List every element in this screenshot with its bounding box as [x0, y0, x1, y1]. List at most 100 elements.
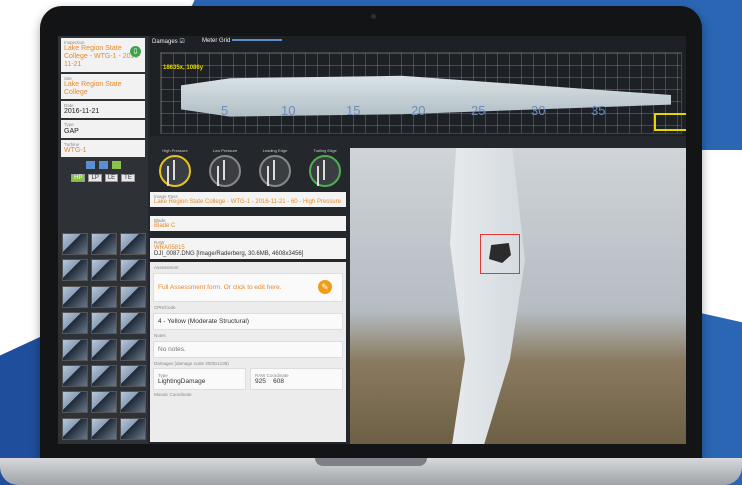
- thumbnail[interactable]: [120, 364, 146, 387]
- gauge-high-pressure[interactable]: High Pressure: [159, 148, 191, 190]
- tick-label: 15: [346, 103, 361, 118]
- thumbnail[interactable]: [120, 391, 146, 414]
- thumbnail[interactable]: [62, 417, 88, 440]
- raw-coordinate-label: RAW Coordinate: [255, 373, 289, 378]
- rotor-icon: [309, 155, 341, 187]
- site-field[interactable]: Site Lake Region State College: [61, 74, 145, 100]
- thumbnail[interactable]: [120, 233, 146, 255]
- gauge-trailing-edge[interactable]: Trailing Edge: [309, 148, 341, 190]
- blade-label: Blade: [154, 218, 166, 223]
- pencil-icon[interactable]: ✎: [318, 280, 332, 294]
- gauge-label: Leading Edge: [262, 148, 288, 153]
- tab-te[interactable]: TE: [121, 173, 135, 182]
- thumbnail[interactable]: [91, 312, 117, 335]
- tick-label: 5: [221, 103, 229, 118]
- view-tabs: HP LP LE TE: [58, 173, 148, 182]
- tab-lp[interactable]: LP: [88, 173, 102, 182]
- assessment-panel: Assessment Full Assessment form. Or clic…: [150, 262, 346, 442]
- turbine-field[interactable]: Turbine WTG-1: [61, 139, 145, 157]
- thumbnail[interactable]: [62, 285, 88, 308]
- raw-card[interactable]: RAW WRA05815 DJI_0087.DNG [Image/Raderbe…: [150, 238, 346, 259]
- blade-photo[interactable]: [350, 148, 686, 444]
- thumbnail[interactable]: [91, 364, 117, 387]
- damages-label: Damages (damage scale 3000x1138): [154, 361, 229, 366]
- thumbnail[interactable]: [62, 233, 88, 255]
- mosaic-coordinate-label: Mosaic Coordinate: [154, 392, 192, 397]
- tick-label: 35: [591, 103, 606, 118]
- notes-label: Notes: [154, 333, 166, 338]
- site-value: Lake Region State College: [64, 81, 122, 97]
- gauge-label: Low Pressure: [212, 148, 238, 153]
- blade-card[interactable]: Blade Blade C: [150, 216, 346, 231]
- thumbnail[interactable]: [91, 338, 117, 361]
- thumbnail[interactable]: [62, 312, 88, 335]
- raw-value-2: DJI_0087.DNG [Image/Raderberg, 30.6MB, 4…: [154, 251, 304, 257]
- notes-field[interactable]: No notes.: [153, 341, 343, 358]
- rotor-icon: [209, 155, 241, 187]
- grid-view-button[interactable]: [111, 160, 121, 169]
- image-pass-value: Lake Region State College - WTG-1 - 2016…: [154, 199, 341, 205]
- damage-details: Type LightingDamage RAW Coordinate 925 6…: [153, 368, 343, 390]
- blade-value: Blade C: [154, 223, 176, 229]
- assessment-label: Assessment: [154, 265, 179, 270]
- thumbnail[interactable]: [62, 364, 88, 387]
- rotor-icon: [259, 155, 291, 187]
- damage-type-field[interactable]: Type LightingDamage: [153, 368, 246, 390]
- thumbnail[interactable]: [91, 233, 117, 255]
- thumbnail[interactable]: [120, 259, 146, 282]
- thumbnail[interactable]: [120, 417, 146, 440]
- highlight-marker[interactable]: [654, 113, 686, 131]
- blade-image: [450, 148, 525, 444]
- thumbnail[interactable]: [120, 312, 146, 335]
- download-icon[interactable]: ⇩: [130, 46, 141, 57]
- meter-grid-label: Meter Grid: [202, 38, 231, 44]
- type-value: GAP: [64, 127, 79, 135]
- full-assessment-link[interactable]: Full Assessment form. Or click to edit h…: [153, 273, 343, 302]
- thumbnail[interactable]: [120, 285, 146, 308]
- meter-grid-toggle[interactable]: Meter Grid: [202, 38, 283, 44]
- camera-icon: [371, 14, 376, 19]
- thumbnail[interactable]: [62, 259, 88, 282]
- meter-grid-slider[interactable]: [232, 39, 283, 42]
- turbine-value: WTG-1: [64, 146, 87, 154]
- inspection-field[interactable]: Inspection Lake Region State College - W…: [61, 38, 145, 72]
- damages-label: Damages: [152, 39, 178, 45]
- thumbnail[interactable]: [91, 391, 117, 414]
- gauge-low-pressure[interactable]: Low Pressure: [209, 148, 241, 190]
- damage-type-value: LightingDamage: [158, 378, 206, 385]
- thumbnail[interactable]: [91, 417, 117, 440]
- image-pass-card[interactable]: Image Pass Lake Region State College - W…: [150, 192, 346, 207]
- cpn-select[interactable]: 4 - Yellow (Moderate Structural): [153, 313, 343, 330]
- tab-hp[interactable]: HP: [71, 173, 86, 182]
- thumbnail[interactable]: [91, 285, 117, 308]
- raw-coordinate-y: 608: [273, 378, 284, 385]
- next-page-button[interactable]: [98, 160, 108, 169]
- cpn-label: CPN/Code: [154, 305, 176, 310]
- thumbnail[interactable]: [91, 259, 117, 282]
- thumbnail[interactable]: [120, 338, 146, 361]
- gauge-leading-edge[interactable]: Leading Edge: [259, 148, 291, 190]
- date-field[interactable]: Date 2016-11-21: [61, 101, 145, 119]
- prev-page-button[interactable]: [85, 160, 95, 169]
- damage-marker[interactable]: [480, 234, 520, 274]
- raw-coordinate-field[interactable]: RAW Coordinate 925 608: [250, 368, 343, 390]
- inspection-value: Lake Region State College - WTG-1 - 2016…: [64, 45, 141, 69]
- app-screen: Inspection Lake Region State College - W…: [58, 36, 686, 444]
- raw-coordinate-x: 925: [255, 378, 266, 385]
- page-controls: [58, 160, 148, 169]
- gauge-label: High Pressure: [162, 148, 188, 153]
- tick-label: 10: [281, 103, 296, 118]
- meter-grid: 18635x, 1086y 5 10 15 20 25 30 35: [160, 52, 686, 134]
- tick-label: 30: [531, 103, 546, 118]
- type-field[interactable]: Type GAP: [61, 120, 145, 138]
- thumbnail[interactable]: [62, 338, 88, 361]
- damages-toggle[interactable]: Damages ☑: [152, 38, 185, 45]
- tab-le[interactable]: LE: [104, 173, 119, 182]
- notes-value: No notes.: [158, 346, 186, 353]
- full-assessment-text: Full Assessment form. Or click to edit h…: [158, 284, 282, 291]
- coordinate-readout: 18635x, 1086y: [163, 65, 204, 71]
- thumbnail-grid: [62, 233, 146, 441]
- date-value: 2016-11-21: [64, 108, 100, 116]
- cpn-value: 4 - Yellow (Moderate Structural): [158, 318, 250, 325]
- thumbnail[interactable]: [62, 391, 88, 414]
